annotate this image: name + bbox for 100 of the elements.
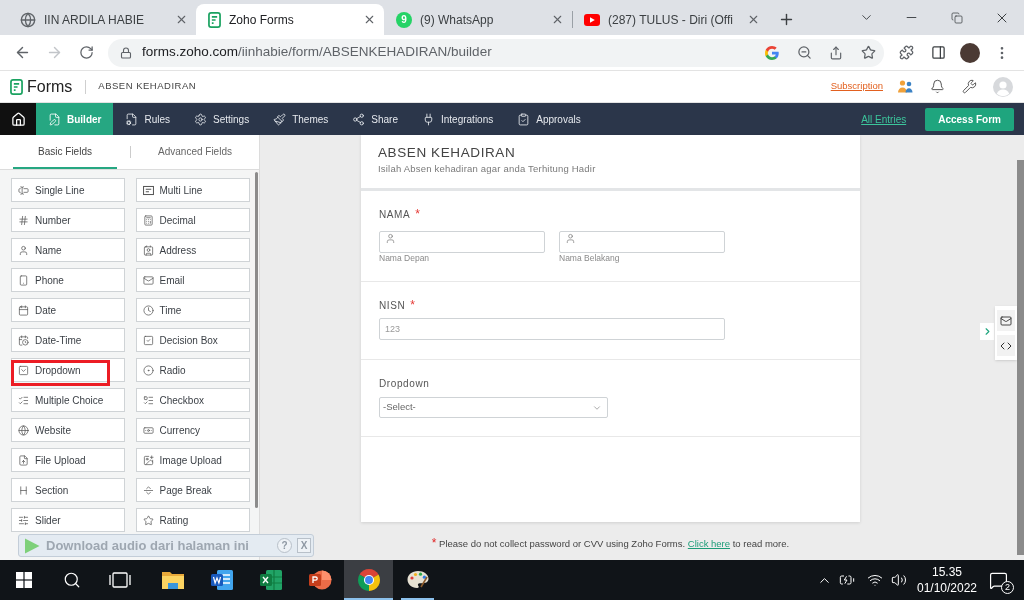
volume-icon[interactable] bbox=[891, 572, 907, 588]
document-app-icon bbox=[209, 569, 234, 591]
presentation-app-icon bbox=[307, 569, 332, 591]
windows-logo-icon[interactable] bbox=[16, 572, 32, 588]
field-type-button[interactable]: Slider bbox=[11, 508, 125, 532]
field-type-button[interactable]: Name bbox=[11, 238, 125, 262]
form-logo-icon bbox=[10, 78, 23, 95]
field-type-button[interactable]: Website bbox=[11, 418, 125, 442]
field-type-button[interactable]: Multiple Choice bbox=[11, 388, 125, 412]
zoom-out-icon[interactable] bbox=[796, 45, 812, 60]
star-icon bbox=[142, 514, 154, 526]
address-bar[interactable]: forms.zoho.com/iinhabie/form/ABSENKEHADIRAN/builder bbox=[108, 38, 884, 67]
tools-icon[interactable] bbox=[961, 79, 977, 94]
nav-tab[interactable]: Share bbox=[340, 103, 410, 135]
form-title: ABSEN KEHADIRAN bbox=[378, 145, 517, 161]
close-icon[interactable] bbox=[747, 13, 760, 26]
task-view-icon[interactable] bbox=[109, 572, 131, 588]
nav-tab[interactable]: Themes bbox=[261, 103, 341, 135]
panel-tab[interactable]: Advanced Fields bbox=[131, 135, 259, 169]
extensions-icon[interactable] bbox=[898, 45, 914, 60]
close-icon[interactable] bbox=[175, 13, 188, 26]
dropdown-box-icon bbox=[18, 364, 29, 376]
person-icon bbox=[385, 233, 396, 244]
taskbar-app-button[interactable] bbox=[344, 560, 393, 600]
field-type-button[interactable]: Number bbox=[11, 208, 125, 232]
restore-icon[interactable] bbox=[950, 11, 963, 24]
field-type-button[interactable]: Date-Time bbox=[11, 328, 125, 352]
nav-tab[interactable]: Rules bbox=[113, 103, 183, 135]
field-type-button[interactable]: Currency bbox=[135, 418, 250, 442]
users-icon[interactable] bbox=[896, 79, 914, 94]
paintbrush-icon bbox=[273, 112, 287, 126]
wifi-icon[interactable] bbox=[867, 572, 883, 588]
field-type-button[interactable]: Checkbox bbox=[135, 388, 250, 412]
field-type-button[interactable]: Multi Line bbox=[135, 178, 250, 202]
field-type-button[interactable]: Single Line bbox=[11, 178, 125, 202]
form-description: Isilah Absen kehadiran agar anda Terhitung Hadir bbox=[378, 163, 597, 175]
field-type-button[interactable]: Address bbox=[135, 238, 250, 262]
browser-tab[interactable]: 9 (9) WhatsApp bbox=[384, 4, 572, 35]
field-type-button[interactable]: Page Break bbox=[135, 478, 250, 502]
scrollbar-thumb[interactable] bbox=[255, 172, 258, 508]
field-type-button[interactable]: Decimal bbox=[135, 208, 250, 232]
all-entries-link[interactable]: All Entries bbox=[861, 111, 907, 127]
page-break-icon bbox=[142, 484, 154, 496]
field-type-button[interactable]: Time bbox=[135, 298, 250, 322]
clock-time[interactable]: 15.35 bbox=[932, 564, 962, 580]
field-type-button[interactable]: Decision Box bbox=[135, 328, 250, 352]
dropdown-select[interactable]: -Select- bbox=[379, 397, 608, 418]
browser-tab[interactable]: IIN ARDILA HABIE bbox=[8, 4, 196, 35]
clock-date[interactable]: 01/10/2022 bbox=[916, 580, 978, 596]
battery-charging-icon[interactable] bbox=[839, 572, 855, 588]
clipboard-check-icon bbox=[517, 112, 531, 126]
lock-icon bbox=[120, 46, 132, 59]
subscription-link[interactable]: Subscription bbox=[830, 79, 883, 94]
field-type-button[interactable]: Section bbox=[11, 478, 125, 502]
field-type-button[interactable]: File Upload bbox=[11, 448, 125, 472]
field-type-button[interactable]: Radio bbox=[135, 358, 250, 382]
text-cursor-icon bbox=[18, 184, 29, 196]
field-type-button[interactable]: Email bbox=[135, 268, 250, 292]
nav-tab[interactable]: Approvals bbox=[505, 103, 593, 135]
heading-icon bbox=[18, 484, 29, 496]
field-type-button[interactable]: Image Upload bbox=[135, 448, 250, 472]
reload-icon[interactable] bbox=[78, 45, 94, 60]
notification-icon[interactable] bbox=[988, 570, 1008, 590]
code-button[interactable] bbox=[997, 335, 1015, 356]
share-icon bbox=[352, 112, 366, 126]
number-input-field[interactable]: 123 bbox=[379, 318, 725, 340]
side-panel-icon[interactable] bbox=[930, 45, 946, 60]
field-type-button[interactable]: Phone bbox=[11, 268, 125, 292]
mail-button[interactable] bbox=[997, 310, 1015, 331]
calculator-icon bbox=[142, 214, 154, 226]
search-icon[interactable] bbox=[63, 571, 81, 589]
close-icon[interactable] bbox=[551, 13, 564, 26]
hash-icon bbox=[18, 214, 29, 226]
field-sublabel: Nama Belakang bbox=[559, 252, 621, 264]
panel-tab[interactable]: Basic Fields bbox=[13, 135, 117, 169]
field-type-button[interactable]: Rating bbox=[135, 508, 250, 532]
star-icon[interactable] bbox=[860, 45, 876, 60]
name-input-field[interactable] bbox=[379, 230, 545, 253]
image-plus-icon bbox=[142, 454, 154, 466]
close-icon[interactable] bbox=[363, 13, 376, 26]
nav-tab[interactable]: Settings bbox=[182, 103, 262, 135]
count-badge: 9 bbox=[396, 11, 412, 28]
envelope-icon bbox=[142, 274, 154, 286]
scrollbar-thumb[interactable] bbox=[1017, 160, 1024, 555]
bell-icon[interactable] bbox=[929, 79, 945, 94]
text-box-icon bbox=[142, 184, 154, 196]
field-type-button[interactable]: Date bbox=[11, 298, 125, 322]
home-button[interactable] bbox=[0, 103, 36, 135]
file-upload-icon bbox=[18, 454, 29, 466]
globe-icon bbox=[20, 11, 36, 28]
name-input-field[interactable] bbox=[559, 230, 725, 253]
browser-tab[interactable]: (287) TULUS - Diri (Offi bbox=[572, 4, 768, 35]
side-panel-toggle[interactable] bbox=[980, 323, 994, 340]
share-icon[interactable] bbox=[829, 45, 843, 60]
nav-tab[interactable]: Integrations bbox=[410, 103, 506, 135]
new-tab-icon[interactable] bbox=[778, 11, 795, 28]
browser-tab[interactable]: Zoho Forms bbox=[196, 4, 384, 35]
edit-form-icon bbox=[48, 112, 61, 126]
field-label: NISN bbox=[379, 299, 406, 312]
avatar-photo[interactable] bbox=[960, 42, 980, 63]
